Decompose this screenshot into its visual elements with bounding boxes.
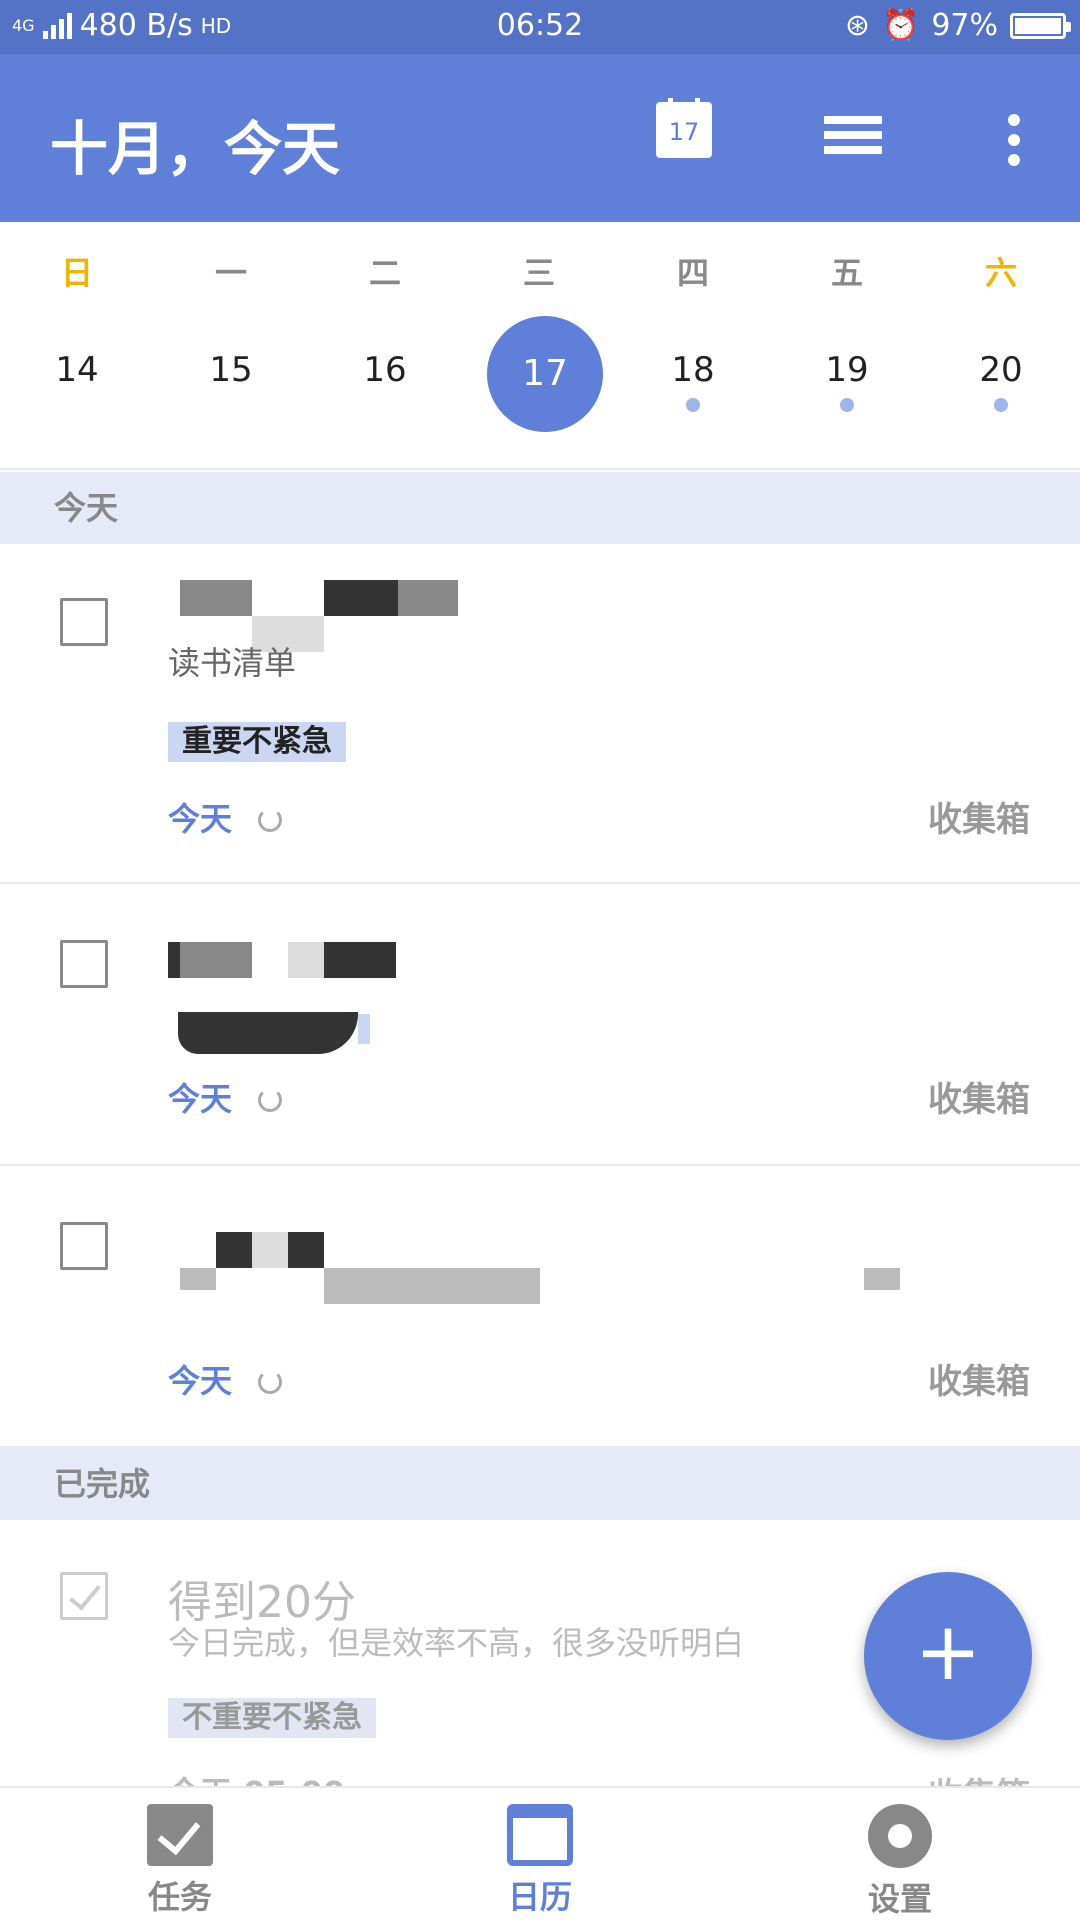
task-subtitle: 读书清单 — [168, 644, 297, 682]
priority-tag: 不重要不紧急 — [168, 1698, 376, 1738]
section-header-today: 今天 — [0, 472, 1080, 544]
check-icon — [69, 1577, 101, 1611]
nav-calendar[interactable]: 日历 — [440, 1804, 640, 1918]
week-day-date: 19 — [825, 350, 869, 390]
nav-tasks[interactable]: 任务 — [80, 1804, 280, 1918]
nav-label: 日历 — [507, 1878, 572, 1916]
task-check-icon — [147, 1804, 213, 1866]
week-day-date: 20 — [979, 350, 1023, 390]
battery-percent: 97% — [931, 8, 998, 43]
app-bar: 十月，今天 17 — [0, 54, 1080, 222]
redacted-block — [180, 1268, 216, 1290]
week-strip: 日 14 一 15 二 16 三 17 四 18 五 19 六 20 — [0, 222, 1080, 470]
week-day-name: 一 — [214, 254, 247, 292]
calendar-icon[interactable]: 17 — [656, 98, 712, 158]
week-day-name: 四 — [676, 254, 709, 292]
task-due: 今天 — [168, 1080, 233, 1118]
task-item[interactable]: 读书清单 重要不紧急 今天 收集箱 — [0, 544, 1080, 884]
add-task-button[interactable]: + — [864, 1572, 1032, 1740]
rotation-lock-icon: ⊛ — [844, 8, 870, 43]
calendar-icon — [507, 1804, 573, 1866]
task-checkbox[interactable] — [60, 940, 108, 988]
redacted-block — [324, 942, 396, 978]
alarm-icon: ⏰ — [881, 8, 920, 43]
redacted-block — [324, 1268, 540, 1304]
redacted-block — [252, 1232, 288, 1268]
week-day-name: 五 — [830, 254, 863, 292]
week-day-date: 15 — [209, 350, 253, 390]
redacted-block — [288, 1232, 324, 1268]
bottom-nav: 任务 日历 设置 — [0, 1786, 1080, 1920]
week-day-name: 三 — [522, 254, 555, 292]
redacted-block — [216, 1232, 252, 1268]
section-header-completed: 已完成 — [0, 1448, 1080, 1520]
more-icon[interactable] — [1004, 114, 1024, 174]
redacted-block — [324, 580, 398, 616]
week-day-name: 二 — [368, 254, 401, 292]
repeat-icon — [258, 1370, 282, 1394]
task-due: 今天 — [168, 1362, 233, 1400]
nav-label: 设置 — [867, 1880, 932, 1918]
redacted-block — [398, 580, 458, 616]
task-checkbox[interactable] — [60, 1222, 108, 1270]
page-title: 十月，今天 — [50, 115, 341, 183]
week-day-name: 六 — [984, 254, 1017, 292]
redacted-block — [180, 942, 252, 978]
repeat-icon — [258, 808, 282, 832]
priority-tag — [358, 1014, 370, 1044]
menu-icon[interactable] — [824, 116, 882, 161]
nav-settings[interactable]: 设置 — [800, 1804, 1000, 1920]
task-subtitle: 今日完成，但是效率不高，很多没听明白 — [168, 1624, 745, 1662]
week-day-date: 16 — [363, 350, 407, 390]
week-day-name: 日 — [60, 254, 93, 292]
status-bar: 4G 480 B/s HD 06:52 ⊛ ⏰ 97% — [0, 0, 1080, 54]
task-due: 今天 05:00 — [168, 1768, 345, 1786]
redacted-block — [178, 1012, 358, 1054]
task-list-name: 收集箱 — [928, 1362, 1030, 1402]
task-dot — [840, 398, 854, 412]
redacted-block — [288, 942, 324, 978]
task-checkbox-checked[interactable] — [60, 1572, 108, 1620]
task-item[interactable]: 今天 收集箱 — [0, 884, 1080, 1166]
redacted-block — [168, 942, 180, 978]
status-right: ⊛ ⏰ 97% — [844, 8, 1071, 43]
redacted-block — [864, 1268, 900, 1290]
selected-date: 17 — [487, 316, 603, 432]
gear-icon — [868, 1804, 932, 1868]
week-day-date: 18 — [671, 350, 715, 390]
task-list-name: 收集箱 — [928, 1768, 1030, 1786]
battery-icon — [1010, 12, 1071, 39]
priority-tag: 重要不紧急 — [168, 722, 346, 762]
week-day-date: 14 — [55, 350, 99, 390]
task-dot — [994, 398, 1008, 412]
task-dot — [686, 398, 700, 412]
nav-label: 任务 — [147, 1878, 212, 1916]
calendar-icon-day: 17 — [668, 118, 700, 146]
task-checkbox[interactable] — [60, 598, 108, 646]
task-list-name: 收集箱 — [928, 800, 1030, 840]
task-due: 今天 — [168, 800, 233, 838]
repeat-icon — [258, 1088, 282, 1112]
task-list-name: 收集箱 — [928, 1080, 1030, 1120]
redacted-block — [180, 580, 252, 616]
task-item[interactable]: 今天 收集箱 — [0, 1166, 1080, 1448]
